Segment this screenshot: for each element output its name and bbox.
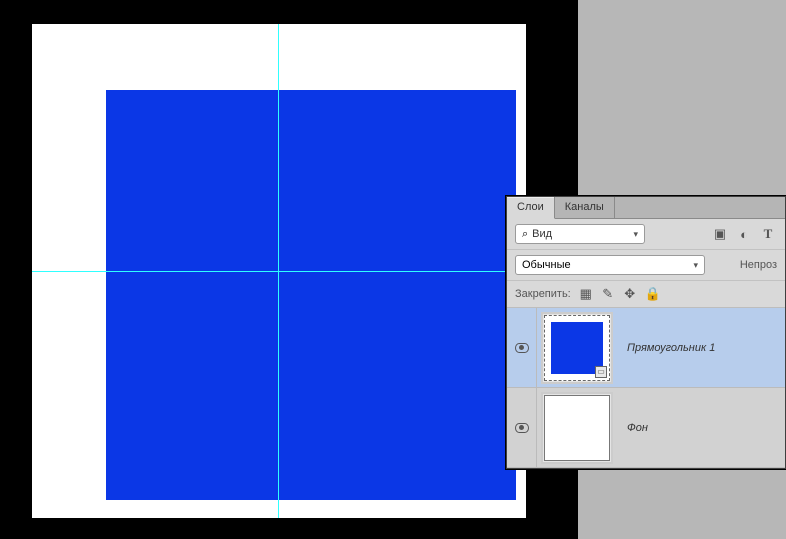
blend-mode-value: Обычные <box>522 259 571 271</box>
search-icon: ⌕ <box>522 228 528 241</box>
chevron-down-icon: ▾ <box>693 260 698 271</box>
lock-brush-icon[interactable]: ✎ <box>601 286 615 302</box>
tab-layers[interactable]: Слои <box>507 197 555 219</box>
layer-filter-icons: ▣ ◐ T <box>713 226 777 242</box>
filter-adjust-icon[interactable]: ◐ <box>737 227 751 242</box>
lock-position-icon[interactable]: ✥ <box>623 286 637 302</box>
blend-row: Обычные ▾ Непроз <box>507 250 785 281</box>
workspace: Слои Каналы ⌕ Вид ▾ ▣ ◐ T Обычные ▾ Непр… <box>0 0 786 539</box>
layer-visibility-toggle[interactable] <box>507 308 537 387</box>
layer-thumbnail-wrap <box>537 395 617 461</box>
lock-label: Закрепить: <box>515 288 571 300</box>
layer-thumbnail[interactable] <box>544 395 610 461</box>
lock-row: Закрепить: ▦ ✎ ✥ 🔒 <box>507 281 785 308</box>
layer-name[interactable]: Прямоугольник 1 <box>617 342 785 354</box>
layer-filter-row: ⌕ Вид ▾ ▣ ◐ T <box>507 219 785 250</box>
shape-badge-icon: ▭ <box>595 366 607 378</box>
filter-type-icon[interactable]: T <box>761 226 775 242</box>
tab-channels[interactable]: Каналы <box>555 197 615 219</box>
layer-thumbnail-wrap: ▭ <box>537 315 617 381</box>
blend-mode-select[interactable]: Обычные ▾ <box>515 255 705 275</box>
layer-row[interactable]: ▭ Прямоугольник 1 <box>507 308 785 388</box>
lock-all-icon[interactable]: 🔒 <box>645 286 659 302</box>
layers-panel: Слои Каналы ⌕ Вид ▾ ▣ ◐ T Обычные ▾ Непр… <box>506 196 786 469</box>
chevron-down-icon: ▾ <box>633 229 638 240</box>
lock-pixels-icon[interactable]: ▦ <box>579 286 593 302</box>
layer-visibility-toggle[interactable] <box>507 388 537 467</box>
filter-pixel-icon[interactable]: ▣ <box>713 226 727 242</box>
shape-rectangle[interactable] <box>106 90 516 500</box>
eye-icon <box>515 423 529 433</box>
layer-thumbnail[interactable]: ▭ <box>544 315 610 381</box>
layer-row[interactable]: Фон <box>507 388 785 468</box>
layer-list: ▭ Прямоугольник 1 Фон <box>507 308 785 468</box>
layer-filter-label: Вид <box>532 228 629 240</box>
layer-name[interactable]: Фон <box>617 422 785 434</box>
guide-horizontal[interactable] <box>32 271 526 272</box>
layer-filter-select[interactable]: ⌕ Вид ▾ <box>515 224 645 244</box>
eye-icon <box>515 343 529 353</box>
panel-tabbar: Слои Каналы <box>507 197 785 219</box>
opacity-label: Непроз <box>740 259 777 271</box>
